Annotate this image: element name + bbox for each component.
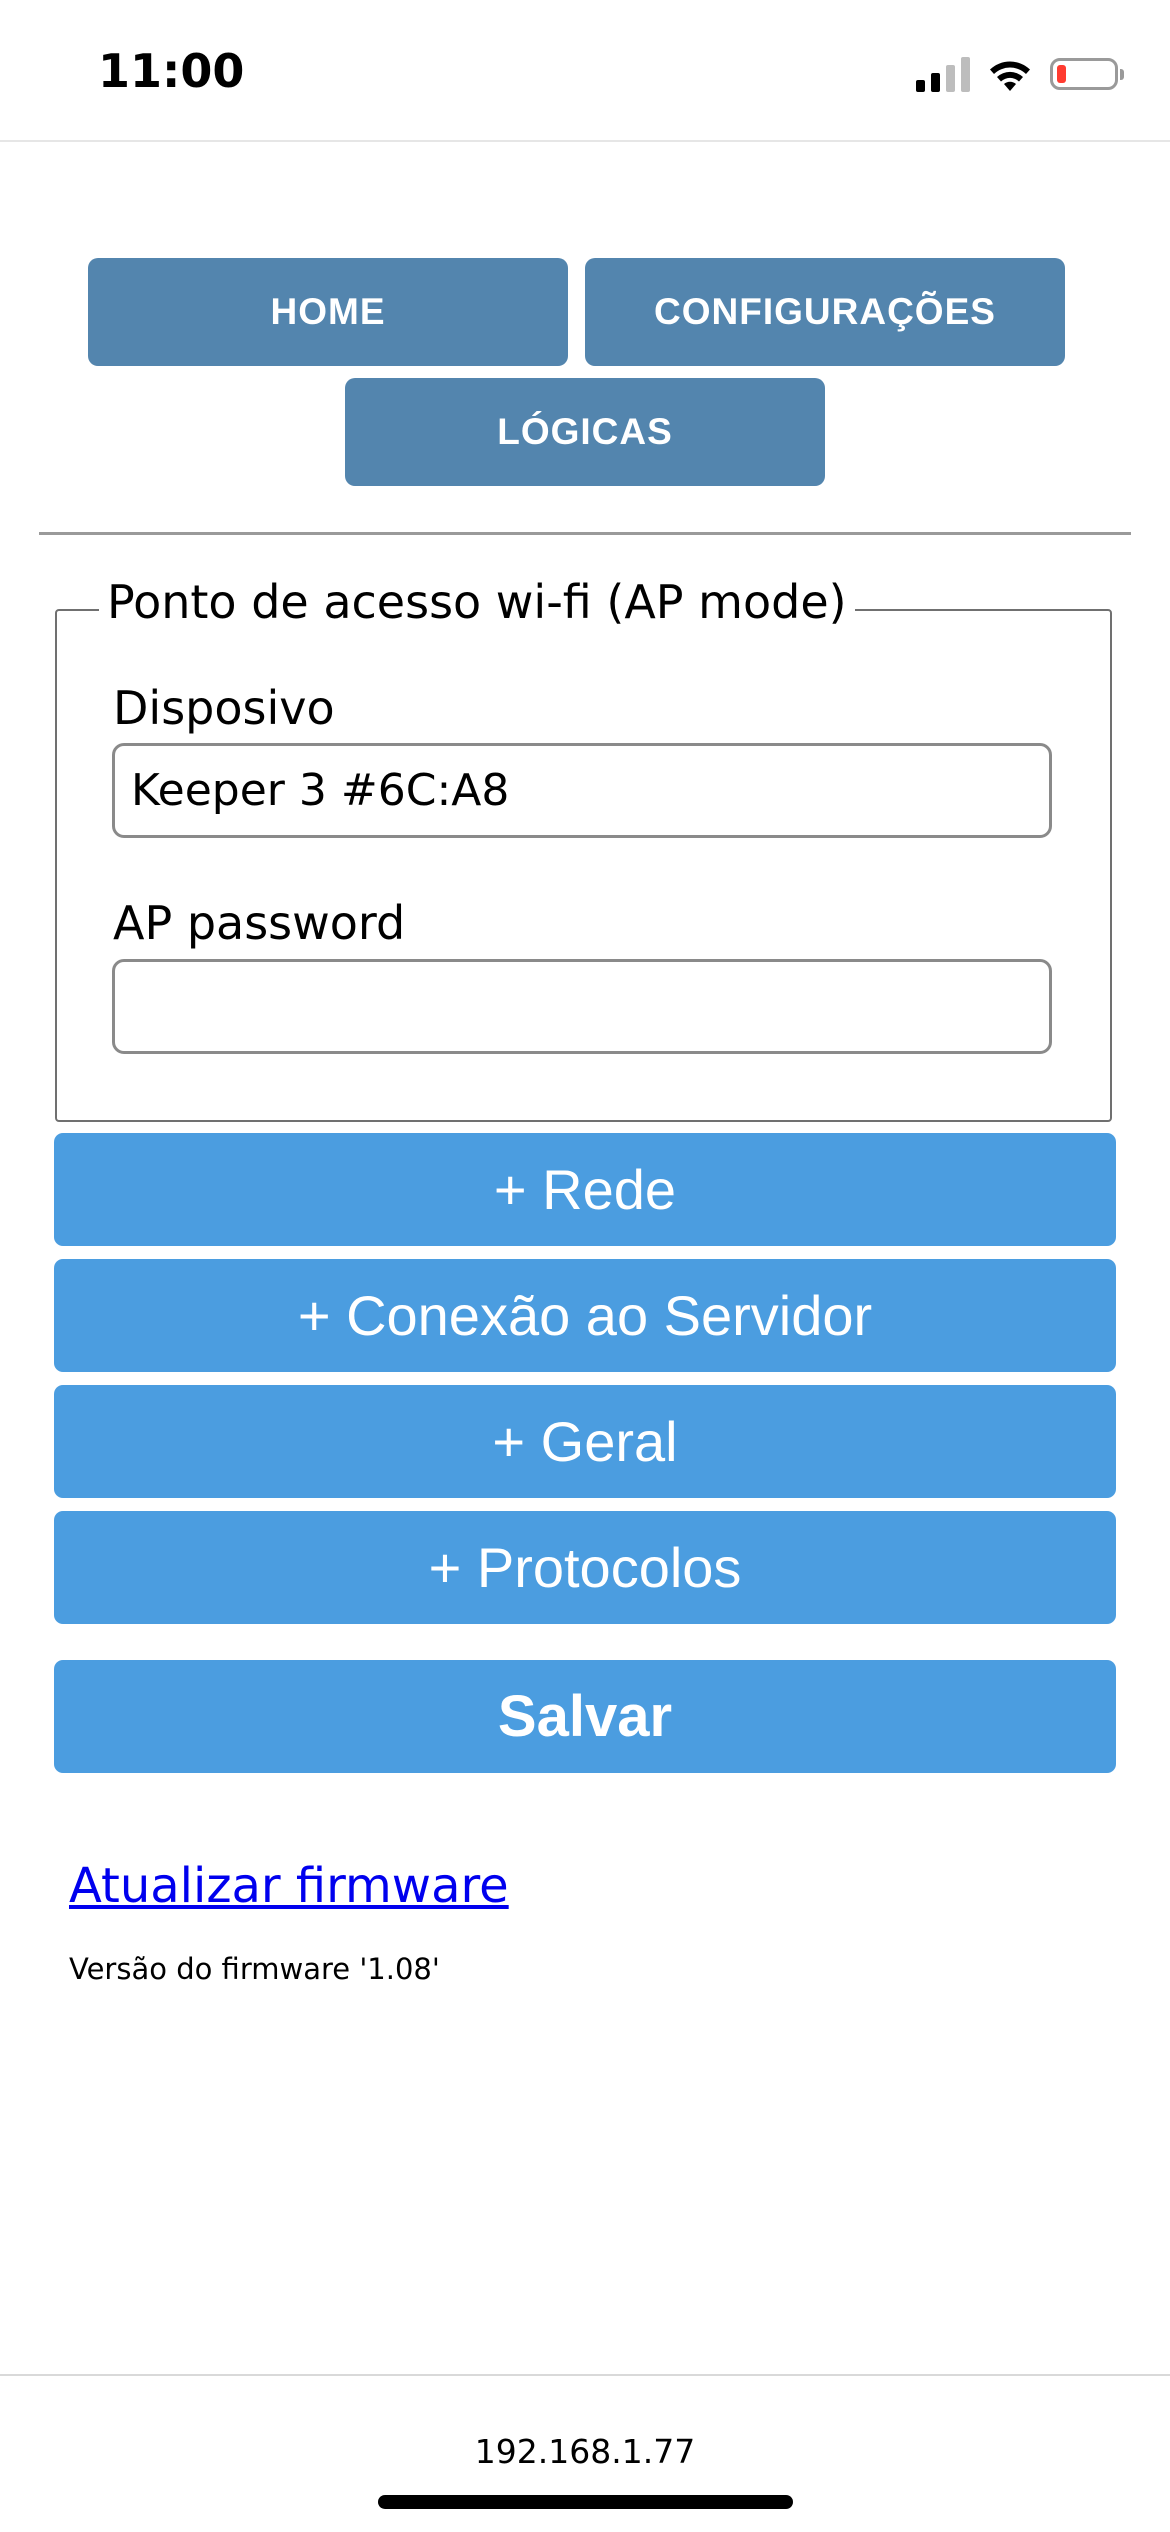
save-button[interactable]: Salvar [54,1660,1116,1773]
ap-password-input[interactable] [112,959,1052,1054]
home-indicator[interactable] [378,2495,793,2509]
rede-section-button[interactable]: + Rede [54,1133,1116,1246]
ap-mode-legend: Ponto de acesso wi-fi (AP mode) [99,575,855,629]
battery-level [1057,65,1066,83]
update-firmware-link[interactable]: Atualizar firmware [69,1858,509,1914]
browser-bottom-bar: 192.168.1.77 [0,2374,1170,2532]
device-name-input[interactable] [112,743,1052,838]
protocolos-section-button[interactable]: + Protocolos [54,1511,1116,1624]
address-bar[interactable]: 192.168.1.77 [0,2432,1170,2471]
battery-icon [1050,58,1124,90]
divider [39,532,1131,535]
servidor-section-button[interactable]: + Conexão ao Servidor [54,1259,1116,1372]
cellular-signal-icon [916,56,970,92]
status-icons [916,52,1124,96]
status-bar: 11:00 [0,0,1170,142]
nav-logicas-button[interactable]: LÓGICAS [345,378,825,486]
nav-home-button[interactable]: HOME [88,258,568,366]
firmware-version-text: Versão do firmware '1.08' [69,1952,440,1986]
wifi-icon [990,61,1030,91]
geral-section-button[interactable]: + Geral [54,1385,1116,1498]
ap-password-label: AP password [113,896,406,950]
ap-mode-fieldset: Ponto de acesso wi-fi (AP mode) Disposiv… [55,575,1112,1122]
nav-configuracoes-button[interactable]: CONFIGURAÇÕES [585,258,1065,366]
status-time: 11:00 [98,44,245,98]
device-label: Disposivo [113,681,335,735]
